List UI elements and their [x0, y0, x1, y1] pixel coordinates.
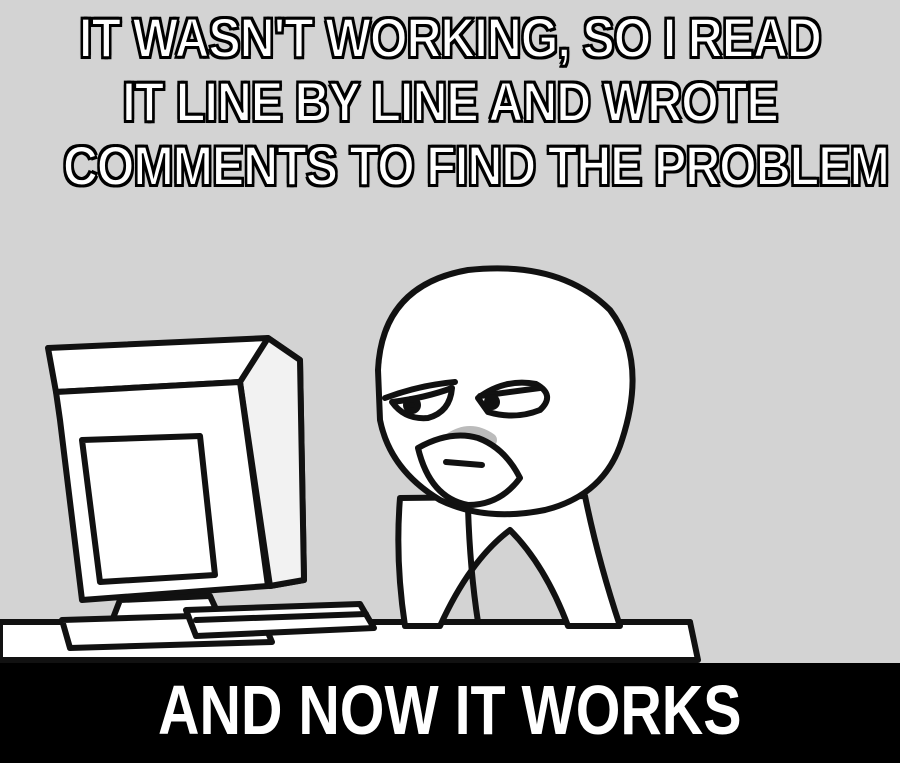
- meme-image: IT WASN'T WORKING, SO I READ IT LINE BY …: [0, 0, 900, 763]
- top-caption: IT WASN'T WORKING, SO I READ IT LINE BY …: [0, 5, 900, 198]
- mouth: [443, 459, 485, 468]
- top-caption-line: COMMENTS TO FIND THE PROBLEM: [62, 133, 890, 198]
- top-caption-line: IT LINE BY LINE AND WROTE: [121, 69, 779, 134]
- bottom-caption: AND NOW IT WORKS: [0, 668, 900, 752]
- top-caption-line: IT WASN'T WORKING, SO I READ: [78, 5, 822, 70]
- bottom-caption-text: AND NOW IT WORKS: [158, 671, 742, 749]
